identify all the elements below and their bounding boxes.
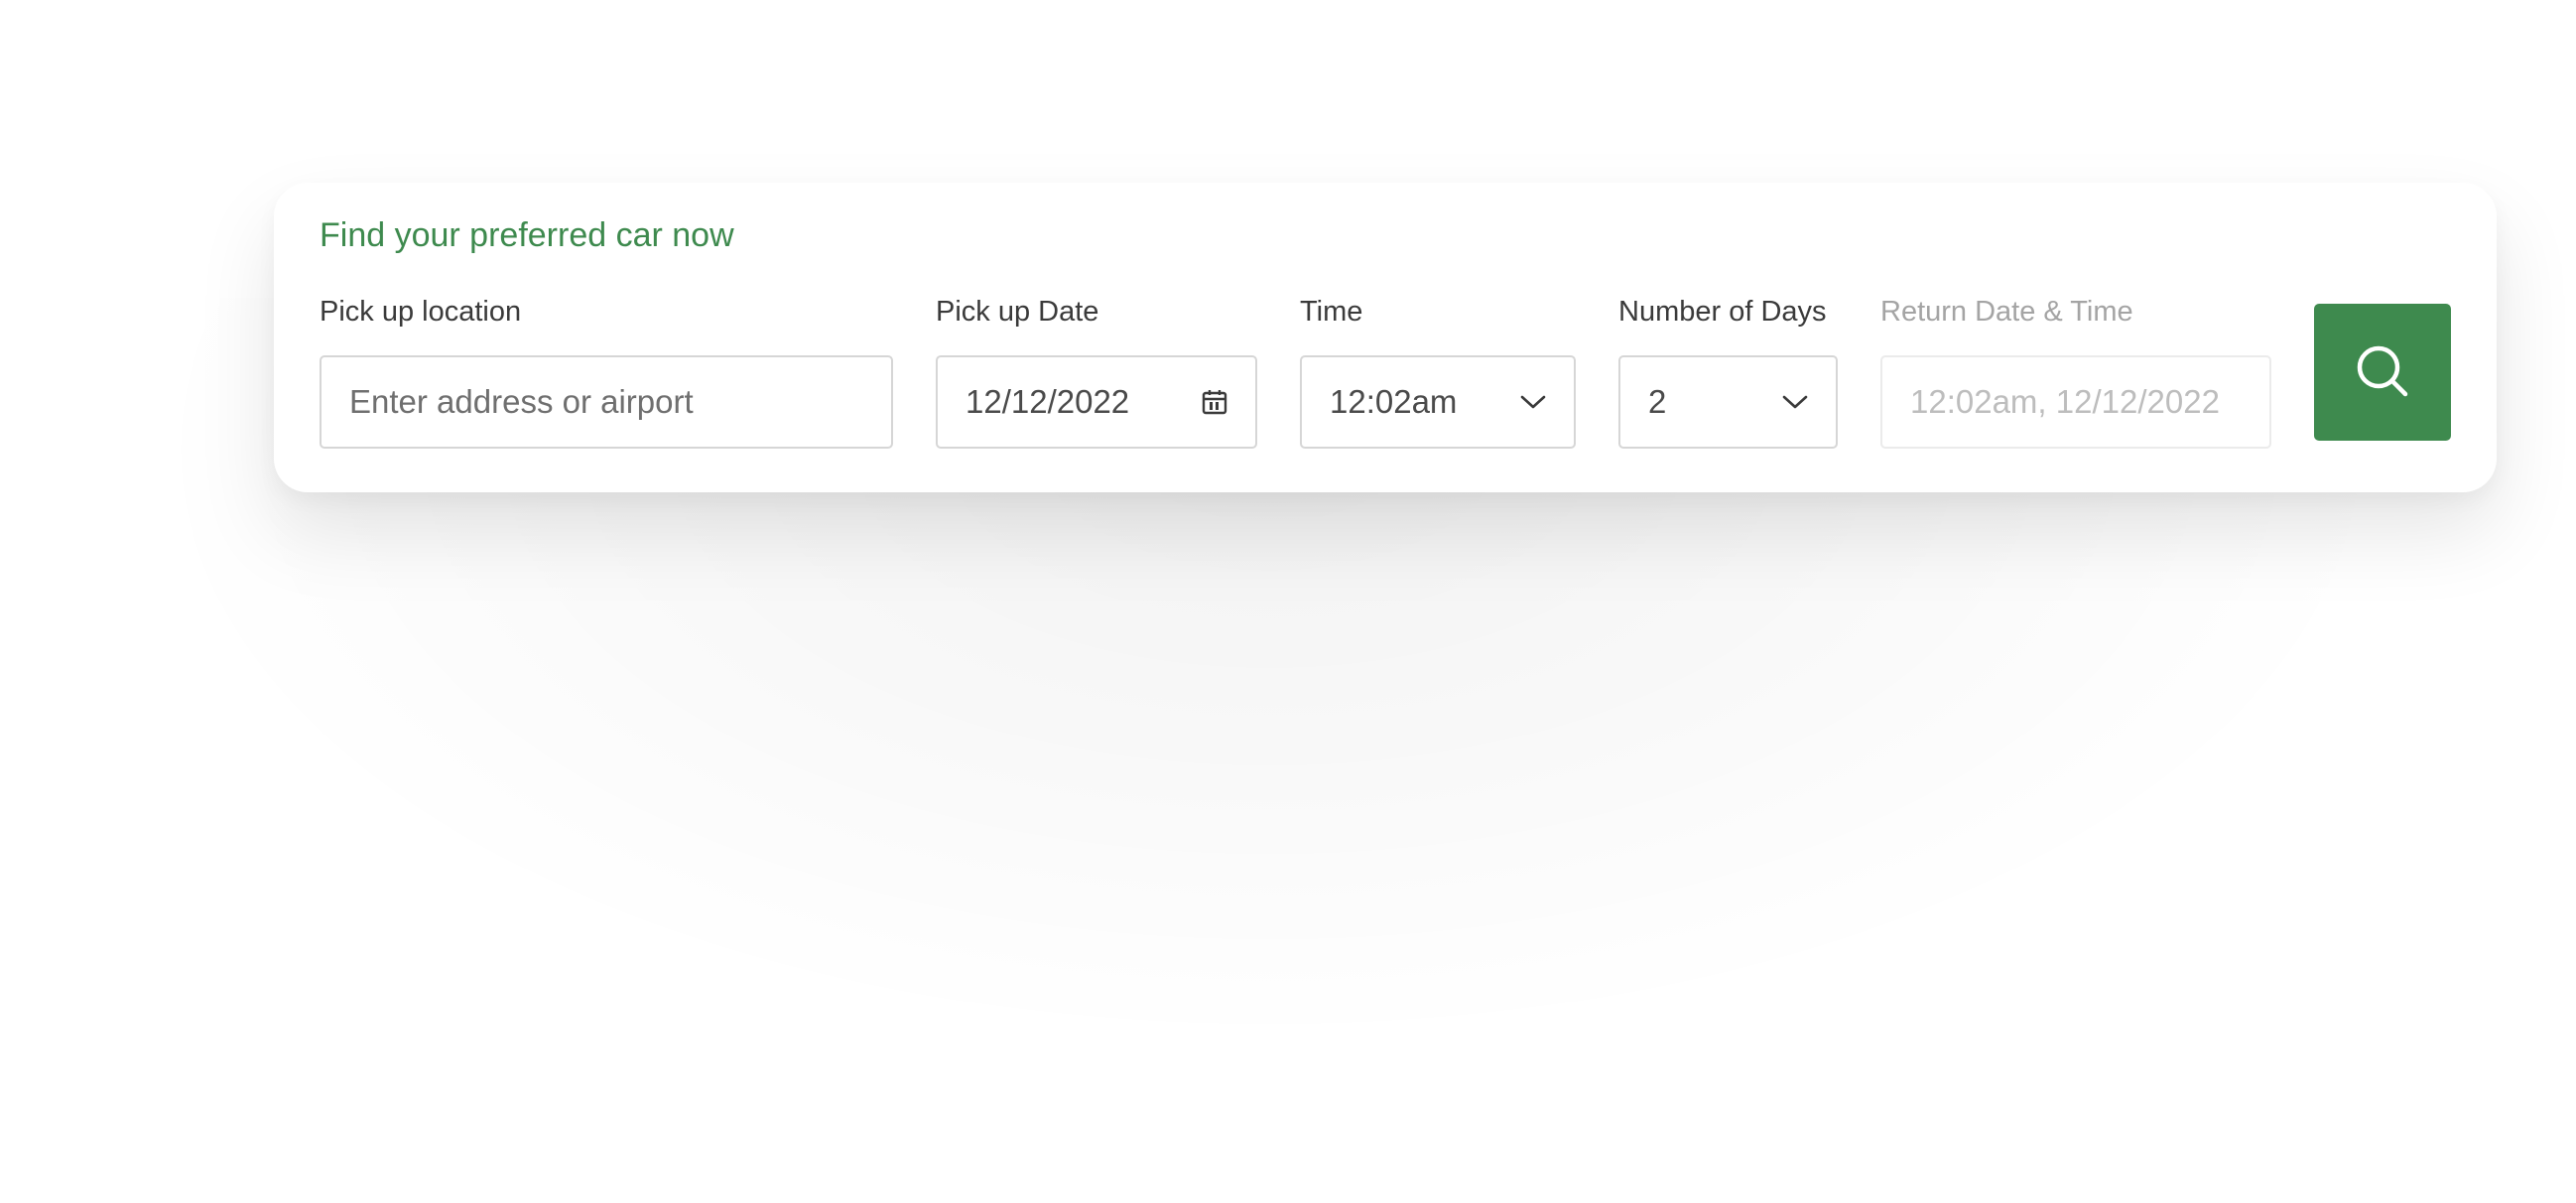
days-value: 2 [1648,383,1667,420]
pickup-location-label: Pick up location [320,296,522,328]
time-label: Time [1300,296,1363,328]
car-search-card: Find your preferred car now Pick up loca… [274,183,2497,492]
page: Find your preferred car now Pick up loca… [0,0,2576,1203]
time-value: 12:02am [1330,383,1458,420]
chevron-down-icon [1782,394,1808,410]
days-select[interactable]: 2 [1618,355,1838,449]
days-label: Number of Days [1618,296,1827,328]
calendar-icon[interactable] [1202,389,1227,415]
return-datetime-value: 12:02am, 12/12/2022 [1910,383,2220,420]
pickup-location-input[interactable] [349,383,863,421]
time-select[interactable]: 12:02am [1300,355,1576,449]
search-icon [2353,341,2412,404]
return-label: Return Date & Time [1880,296,2133,328]
return-datetime-field: 12:02am, 12/12/2022 [1880,355,2271,449]
pickup-date-value: 12/12/2022 [966,383,1130,420]
pickup-date-label: Pick up Date [936,296,1099,328]
pickup-location-field[interactable] [320,355,893,449]
pickup-date-field[interactable]: 12/12/2022 [936,355,1257,449]
chevron-down-icon [1520,394,1546,410]
search-button[interactable] [2314,304,2451,441]
search-headline: Find your preferred car now [320,216,734,254]
